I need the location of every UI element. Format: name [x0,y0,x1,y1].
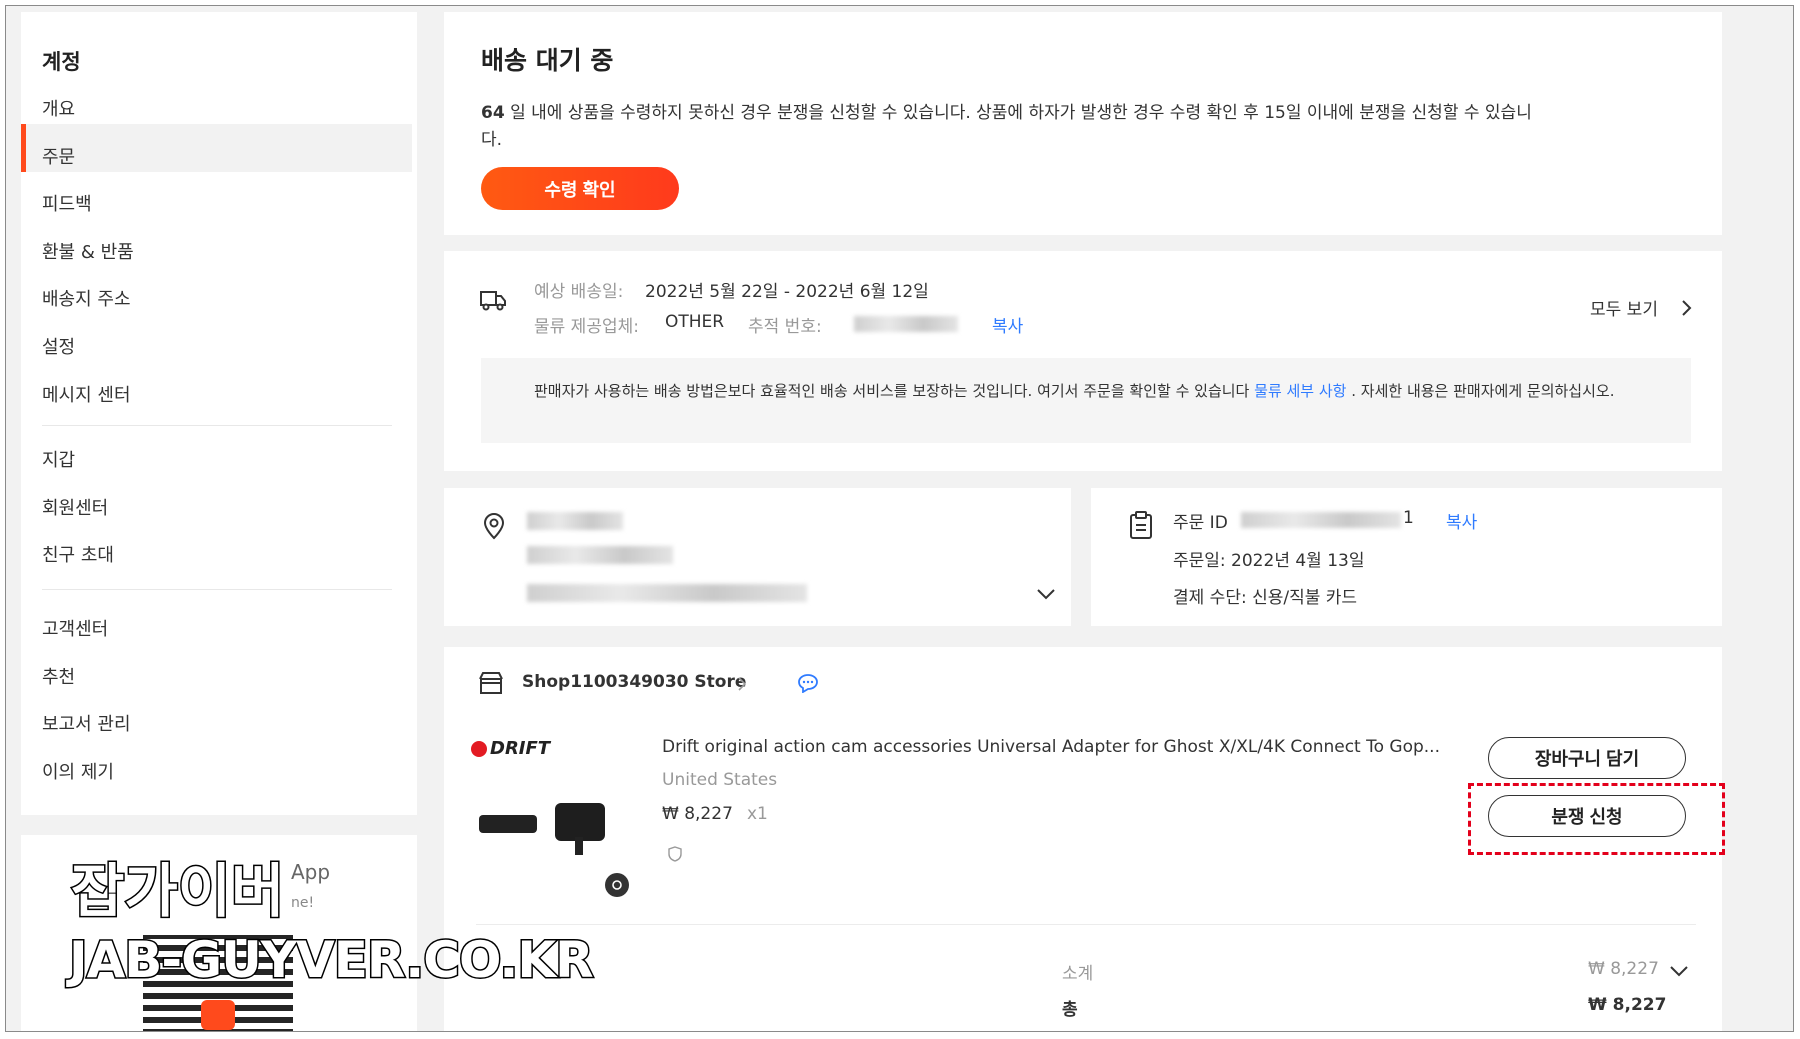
subtotal-label: 소계 [1062,964,1094,984]
shipping-notice-text: 판매자가 사용하는 배송 방법은보다 효율적인 배송 서비스를 보장하는 것입니… [534,380,1684,403]
clipboard-icon [1129,510,1153,540]
product-qty: x1 [747,804,768,824]
sidebar-divider [42,425,392,426]
total-value: ₩ 8,227 [1588,995,1667,1015]
watermark-url: JAB-GUYVER.CO.KR [68,930,596,991]
sidebar-item-feedback[interactable]: 피드백 [42,190,92,216]
payment-method: 결제 수단: 신용/직불 카드 [1173,588,1358,608]
status-message-line2: 다. [481,130,503,150]
order-date: 주문일: 2022년 4월 13일 [1173,551,1365,571]
store-icon [478,671,504,695]
sidebar-item-disputes[interactable]: 이의 제기 [42,758,114,784]
brand-name: DRIFT [490,738,551,759]
notice-text-1: 판매자가 사용하는 배송 방법은보다 효율적인 배송 서비스를 보장하는 것입니… [534,382,1255,400]
confirm-receipt-button[interactable]: 수령 확인 [481,167,679,210]
subtotal-chevron-down-icon[interactable] [1669,965,1689,977]
sidebar-item-recommend[interactable]: 추천 [42,663,75,689]
carrier-label: 물류 제공업체: [534,317,639,337]
sidebar-item-membership[interactable]: 회원센터 [42,494,108,520]
add-to-cart-button[interactable]: 장바구니 담기 [1488,737,1686,779]
sidebar-item-wallet[interactable]: 지갑 [42,446,75,472]
shield-icon [666,845,684,863]
truck-icon [479,289,507,313]
chevron-down-icon[interactable] [1036,588,1056,600]
camera-icon[interactable] [605,873,629,897]
address-redacted [527,584,807,602]
sidebar-item-orders[interactable]: 주문 [42,143,75,169]
dispute-highlight-box [1468,783,1725,855]
store-name[interactable]: Shop1100349030 Store [522,672,746,692]
sidebar-item-addresses[interactable]: 배송지 주소 [42,285,131,311]
sidebar-item-help-center[interactable]: 고객센터 [42,615,108,641]
location-pin-icon [482,512,506,540]
order-id-redacted [1241,512,1401,528]
status-title: 배송 대기 중 [481,46,614,75]
recipient-name-redacted [527,512,623,530]
product-image[interactable] [471,797,611,857]
watermark-korean: 잡가이버 [69,856,285,927]
ship-from: United States [662,770,778,790]
sidebar-active-indicator [21,124,412,172]
sidebar-item-overview[interactable]: 개요 [42,95,75,121]
product-title[interactable]: Drift original action cam accessories Un… [662,737,1440,757]
carrier-value: OTHER [665,312,725,332]
sidebar: 계정 개요 주문 피드백 환불 & 반품 배송지 주소 설정 메시지 센터 [21,12,417,419]
divider [476,924,1696,925]
order-id-label: 주문 ID [1173,513,1228,533]
copy-tracking-link[interactable]: 복사 [992,312,1023,337]
logistics-details-link[interactable]: 물류 세부 사항 [1254,382,1346,400]
store-chevron-icon[interactable] [737,676,747,692]
product-price: ₩ 8,227 [662,804,733,824]
status-days-bold: 64 [481,103,505,123]
order-id-tail: 1 [1403,508,1414,528]
tracking-label: 추적 번호: [748,317,822,337]
aliexpress-app-icon [201,1000,235,1030]
notice-text-2: . 자세한 내용은 판매자에게 문의하십시오. [1346,382,1615,400]
sidebar-divider [42,589,392,590]
eta-value: 2022년 5월 22일 - 2022년 6월 12일 [645,282,929,302]
sidebar-title: 계정 [42,50,81,74]
order-info-panel: 주문 ID 1 복사 주문일: 2022년 4월 13일 결제 수단: 신용/직… [1091,488,1722,626]
browser-frame: 계정 개요 주문 피드백 환불 & 반품 배송지 주소 설정 메시지 센터 지갑… [5,5,1794,1032]
subtotal-value: ₩ 8,227 [1588,959,1659,979]
sidebar-lower: 지갑 회원센터 친구 초대 고객센터 추천 보고서 관리 이의 제기 [21,419,417,815]
drift-logo-icon [471,741,487,757]
view-all-link[interactable]: 모두 보기 [1590,295,1658,320]
sidebar-item-invite[interactable]: 친구 초대 [42,541,114,567]
eta-label: 예상 배송일: [534,282,624,302]
recipient-phone-redacted [527,546,673,564]
total-label: 총 [1062,1000,1078,1020]
sidebar-item-refunds[interactable]: 환불 & 반품 [42,238,134,264]
app-sub: ne! [291,895,315,911]
address-panel [444,488,1071,626]
app-label: App [291,860,331,884]
sidebar-item-messages[interactable]: 메시지 센터 [42,381,131,407]
chat-icon[interactable] [797,673,819,693]
shipping-notice: 판매자가 사용하는 배송 방법은보다 효율적인 배송 서비스를 보장하는 것입니… [481,358,1691,443]
sidebar-item-settings[interactable]: 설정 [42,333,75,359]
chevron-right-icon[interactable] [1680,299,1692,317]
copy-order-id-link[interactable]: 복사 [1446,508,1477,533]
sidebar-item-reports[interactable]: 보고서 관리 [42,710,131,736]
status-message-line1: 64 일 내에 상품을 수령하지 못하신 경우 분쟁을 신청할 수 있습니다. … [481,103,1532,123]
tracking-number-redacted [854,316,958,332]
